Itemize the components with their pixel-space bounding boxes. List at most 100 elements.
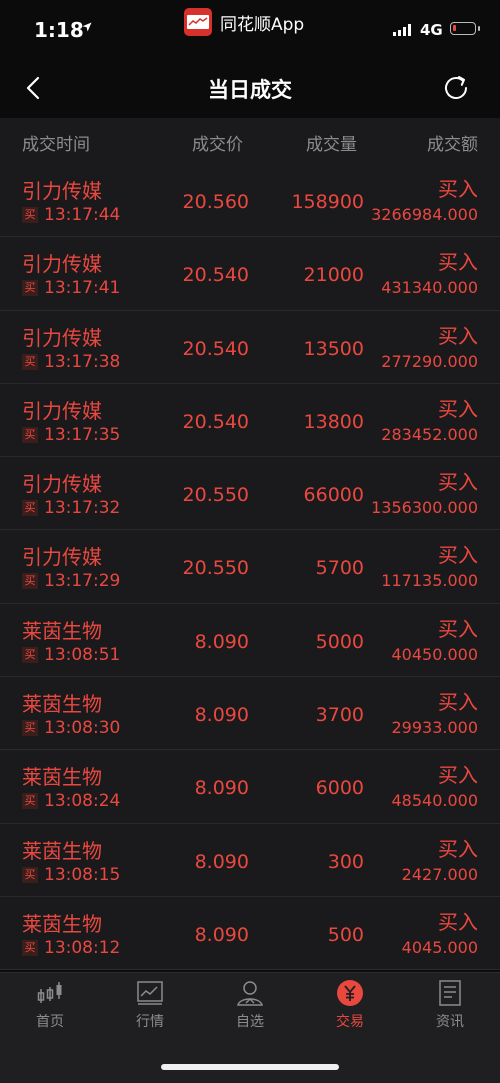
- stock-name: 莱茵生物: [22, 618, 102, 643]
- stock-name: 莱茵生物: [22, 692, 102, 717]
- trade-price: 20.560: [182, 191, 249, 213]
- buy-tag: 买: [22, 720, 38, 737]
- trade-price: 20.540: [182, 264, 249, 287]
- user-icon: [237, 981, 263, 1006]
- trade-amount: 40450.000: [391, 644, 478, 664]
- trade-price: 20.540: [182, 337, 249, 360]
- trade-row[interactable]: 引力传媒买 13:17:38 20.540 13500 买入 277290.000: [0, 310, 500, 384]
- trade-time: 13:17:41: [44, 278, 121, 299]
- tab-trade[interactable]: 交易: [310, 979, 390, 1031]
- trade-amount: 283452.000: [381, 424, 478, 444]
- trade-row[interactable]: 莱茵生物买 13:08:15 8.090 300 买入 2427.000: [0, 823, 500, 897]
- trade-volume: 13800: [303, 410, 364, 433]
- trade-volume: 300: [327, 850, 364, 873]
- trade-direction: 买入: [438, 763, 478, 788]
- stock-name: 莱茵生物: [22, 765, 102, 790]
- trade-row[interactable]: 莱茵生物买 13:08:12 8.090 500 买入 4045.000: [0, 896, 500, 971]
- tab-label: 交易: [336, 1014, 364, 1030]
- buy-tag: 买: [22, 500, 38, 517]
- trade-amount: 48540.000: [391, 791, 478, 811]
- chart-icon: [137, 981, 163, 1005]
- trade-direction: 买入: [438, 616, 478, 641]
- trade-direction: 买入: [438, 690, 478, 715]
- trade-row[interactable]: 莱茵生物买 13:08:30 8.090 3700 买入 29933.000: [0, 677, 500, 751]
- trade-amount: 3266984.000: [371, 205, 478, 224]
- trade-time: 13:08:12: [44, 937, 121, 958]
- trade-amount: 431340.000: [381, 278, 478, 298]
- status-time: 1:18: [34, 18, 84, 42]
- trade-price: 20.540: [182, 410, 249, 433]
- stock-name: 引力传媒: [22, 325, 102, 350]
- trade-price: 8.090: [194, 923, 249, 946]
- status-app-name: 同花顺App: [220, 14, 305, 35]
- home-indicator[interactable]: [161, 1064, 339, 1070]
- status-app[interactable]: 同花顺App: [184, 8, 304, 36]
- trade-price: 8.090: [194, 850, 249, 873]
- buy-tag: 买: [22, 280, 38, 297]
- trade-amount: 4045.000: [401, 937, 478, 957]
- trade-time: 13:08:30: [44, 718, 121, 739]
- trade-time: 13:17:32: [44, 498, 121, 519]
- trade-volume: 158900: [291, 191, 364, 213]
- trade-volume: 3700: [315, 704, 364, 727]
- table-header: 成交时间 成交价 成交量 成交额: [0, 118, 500, 164]
- trade-direction: 买入: [438, 470, 478, 495]
- trade-amount: 277290.000: [381, 351, 478, 371]
- tab-news[interactable]: 资讯: [410, 979, 490, 1031]
- trade-direction: 买入: [438, 177, 478, 201]
- stock-name: 莱茵生物: [22, 911, 102, 936]
- trade-price: 20.550: [182, 557, 249, 580]
- trade-volume: 5000: [315, 630, 364, 653]
- trade-price: 8.090: [194, 777, 249, 800]
- trade-list: 引力传媒买 13:17:44 20.560 158900 买入 3266984.000 引力…: [0, 164, 500, 971]
- tab-label: 首页: [36, 1014, 64, 1030]
- trade-price: 8.090: [194, 630, 249, 653]
- trade-row[interactable]: 引力传媒买 13:17:41 20.540 21000 买入 431340.000: [0, 237, 500, 311]
- buy-tag: 买: [22, 426, 38, 443]
- battery-cap: [478, 26, 480, 31]
- signal-icon: [393, 24, 411, 36]
- trade-price: 8.090: [194, 704, 249, 727]
- trade-row[interactable]: 引力传媒买 13:17:29 20.550 5700 买入 117135.000: [0, 530, 500, 604]
- trade-time: 13:08:51: [44, 644, 121, 665]
- tab-label: 自选: [236, 1014, 264, 1030]
- header-time: 成交时间: [22, 135, 90, 155]
- trade-direction: 买入: [438, 543, 478, 568]
- trade-row[interactable]: 引力传媒买 13:17:32 20.550 66000 买入 1356300.000: [0, 457, 500, 531]
- tab-market[interactable]: 行情: [110, 979, 190, 1031]
- trade-direction: 买入: [438, 396, 478, 421]
- candlestick-icon: [37, 982, 62, 1003]
- trade-amount: 1356300.000: [371, 498, 478, 518]
- trade-direction: 买入: [438, 323, 478, 348]
- trade-volume: 6000: [315, 777, 364, 800]
- trade-row[interactable]: 莱茵生物买 13:08:24 8.090 6000 买入 48540.000: [0, 750, 500, 824]
- yen-icon: [337, 980, 363, 1006]
- trade-amount: 2427.000: [401, 864, 478, 884]
- header-price: 成交价: [192, 135, 243, 155]
- refresh-icon[interactable]: [440, 72, 472, 104]
- buy-tag: 买: [22, 866, 38, 883]
- header-volume: 成交量: [306, 135, 357, 155]
- trade-direction: 买入: [438, 836, 478, 861]
- trade-time: 13:17:44: [44, 205, 121, 225]
- network-type: 4G: [420, 21, 443, 39]
- trade-amount: 117135.000: [381, 571, 478, 591]
- app-logo-icon: [184, 8, 212, 36]
- stock-name: 引力传媒: [22, 545, 102, 570]
- stock-name: 引力传媒: [22, 472, 102, 497]
- tab-home[interactable]: 首页: [10, 979, 90, 1031]
- nav-bar: 当日成交: [0, 58, 500, 118]
- buy-tag: 买: [22, 646, 38, 663]
- trade-row[interactable]: 引力传媒买 13:17:44 20.560 158900 买入 3266984.000: [0, 164, 500, 238]
- trade-time: 13:17:35: [44, 424, 121, 445]
- buy-tag: 买: [22, 207, 38, 223]
- buy-tag: 买: [22, 939, 38, 956]
- tab-label: 资讯: [436, 1014, 464, 1030]
- tab-watchlist[interactable]: 自选: [210, 979, 290, 1031]
- battery-icon: [450, 22, 476, 35]
- trade-direction: 买入: [438, 250, 478, 275]
- stock-name: 莱茵生物: [22, 838, 102, 863]
- trade-row[interactable]: 引力传媒买 13:17:35 20.540 13800 买入 283452.000: [0, 383, 500, 458]
- trade-volume: 13500: [303, 337, 364, 360]
- trade-row[interactable]: 莱茵生物买 13:08:51 8.090 5000 买入 40450.000: [0, 603, 500, 678]
